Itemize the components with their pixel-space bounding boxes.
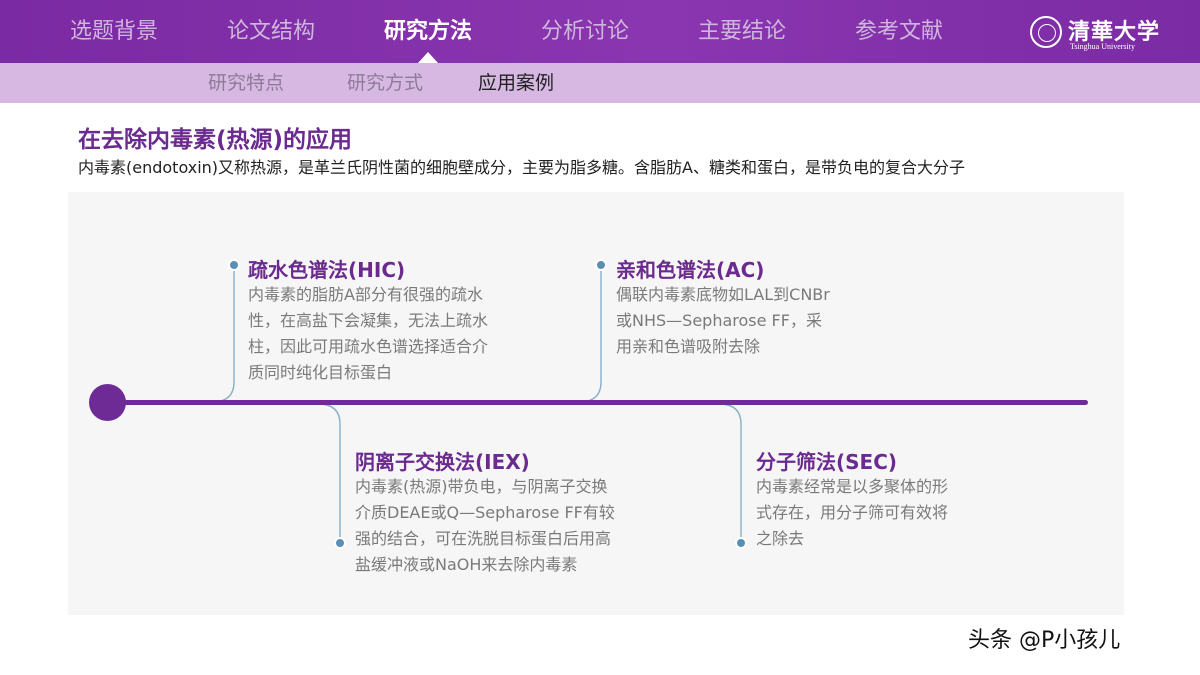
timeline-start-dot: [89, 384, 126, 421]
method-hic-title: 疏水色谱法(HIC): [248, 258, 406, 282]
node-dot-sec: [735, 537, 747, 549]
connector-sec: [718, 403, 742, 542]
node-dot-hic: [228, 259, 240, 271]
method-ac-title: 亲和色谱法(AC): [616, 258, 765, 282]
method-sec-title: 分子筛法(SEC): [756, 450, 898, 474]
connector-hic: [211, 266, 235, 403]
method-iex-desc: 内毒素(热源)带负电，与阴离子交换 介质DEAE或Q—Sepharose FF有…: [355, 477, 615, 574]
connector-iex: [317, 403, 341, 542]
connector-ac: [578, 266, 602, 403]
node-dot-iex: [334, 537, 346, 549]
node-dot-ac: [595, 259, 607, 271]
method-ac-desc: 偶联内毒素底物如LAL到CNBr 或NHS—Sepharose FF，采 用亲和…: [616, 285, 830, 356]
method-hic-desc: 内毒素的脂肪A部分有很强的疏水 性，在高盐下会凝集，无法上疏水 柱，因此可用疏水…: [248, 285, 489, 382]
timeline-line: [108, 400, 1088, 405]
method-iex-title: 阴离子交换法(IEX): [355, 450, 530, 474]
method-sec-desc: 内毒素经常是以多聚体的形 式存在，用分子筛可有效将 之除去: [756, 477, 949, 548]
watermark: 头条 @P小孩儿: [968, 628, 1121, 653]
